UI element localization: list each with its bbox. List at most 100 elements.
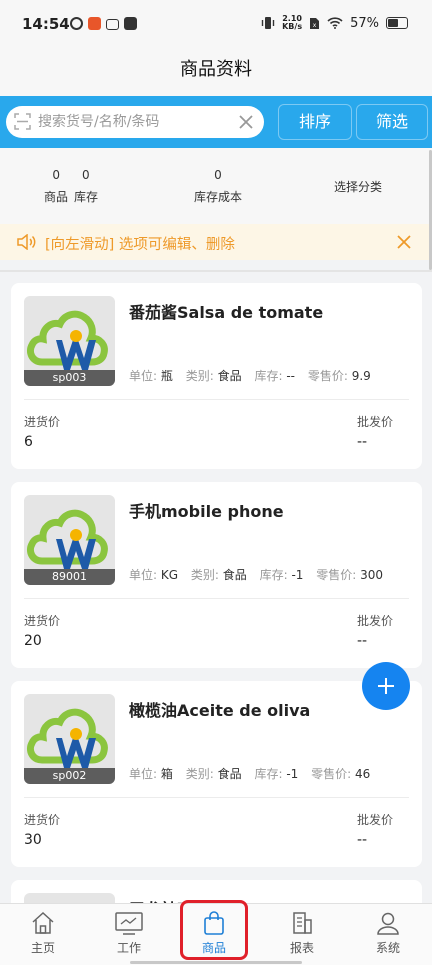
retail-price-label: 零售价: xyxy=(316,568,357,582)
product-code: sp002 xyxy=(24,768,115,784)
add-product-button[interactable] xyxy=(362,662,410,710)
stock-cost-block: 0 库存成本 xyxy=(190,168,246,205)
product-thumbnail: 89001 xyxy=(24,495,115,585)
notice-text: [向左滑动] 选项可编辑、删除 xyxy=(45,237,235,253)
unit-label: 单位: xyxy=(129,369,158,383)
unit-value: 瓶 xyxy=(160,369,173,383)
stock-label: 库存: xyxy=(254,369,283,383)
card-divider xyxy=(24,797,409,798)
category-label: 类别: xyxy=(185,369,214,383)
unit-label: 单位: xyxy=(129,767,158,781)
product-attributes: 单位: 箱 类别: 食品 库存: -1 零售价: 46 xyxy=(129,765,370,782)
app-notification-icon xyxy=(88,17,101,30)
battery-percent: 57% xyxy=(350,15,379,31)
product-thumbnail: sp003 xyxy=(24,296,115,386)
notification-icons xyxy=(70,17,137,30)
report-icon xyxy=(293,912,312,934)
retail-price-value: 300 xyxy=(360,568,384,582)
stock-label: 库存 xyxy=(74,190,99,204)
stock-count: 0 xyxy=(82,168,90,182)
clear-icon[interactable] xyxy=(236,112,256,132)
product-card[interactable]: sp002 橄榄油Aceite de oliva 单位: 箱 类别: 食品 库存… xyxy=(11,681,422,867)
product-label: 商品 xyxy=(44,190,69,204)
search-box[interactable] xyxy=(6,106,264,138)
purchase-price-label: 进货价 xyxy=(24,415,61,429)
product-attributes: 单位: 瓶 类别: 食品 库存: -- 零售价: 9.9 xyxy=(129,367,371,384)
stock-cost-value: 0 xyxy=(214,168,222,182)
category-label: 类别: xyxy=(185,767,214,781)
page-title: 商品资料 xyxy=(180,59,252,80)
monitor-icon xyxy=(115,912,143,935)
retail-price-value: 46 xyxy=(354,767,371,781)
purchase-price-value: 6 xyxy=(24,434,33,450)
active-tab-highlight xyxy=(180,900,248,960)
wholesale-price-value: -- xyxy=(357,434,368,450)
user-icon xyxy=(377,912,399,935)
product-name: 橄榄油Aceite de oliva xyxy=(129,701,311,720)
filter-button[interactable]: 筛选 xyxy=(356,104,428,140)
wholesale-price-label: 批发价 xyxy=(357,614,394,628)
tab-work[interactable]: 工作 xyxy=(99,910,159,956)
search-bar: 排序 筛选 xyxy=(0,96,432,148)
product-attributes: 单位: KG 类别: 食品 库存: -1 零售价: 300 xyxy=(129,566,383,583)
category-label: 类别: xyxy=(190,568,219,582)
product-count-block: 0 0 商品 库存 xyxy=(44,168,98,205)
purchase-price-value: 20 xyxy=(24,633,42,649)
bottom-tab-bar: 主页 工作 商品 报表 系统 xyxy=(0,900,432,965)
page-header: 商品资料 xyxy=(0,50,432,96)
retail-price-label: 零售价: xyxy=(307,369,348,383)
svg-text:x: x xyxy=(313,22,317,29)
product-code: 89001 xyxy=(24,569,115,585)
retail-price-value: 9.9 xyxy=(351,369,371,383)
search-input[interactable] xyxy=(38,110,234,134)
card-divider xyxy=(24,399,409,400)
select-category-button[interactable]: 选择分类 xyxy=(334,178,382,195)
status-indicators: 2.10 KB/s x 57% xyxy=(261,15,408,31)
retail-price-label: 零售价: xyxy=(311,767,352,781)
plus-icon xyxy=(378,678,394,694)
product-thumbnail: sp002 xyxy=(24,694,115,784)
close-icon[interactable] xyxy=(396,234,412,250)
app-notification-icon xyxy=(106,19,119,30)
stock-label: 库存: xyxy=(254,767,283,781)
net-speed: 2.10 KB/s xyxy=(282,15,302,31)
tab-work-label: 工作 xyxy=(116,941,141,955)
product-code: sp003 xyxy=(24,370,115,386)
purchase-price-value: 30 xyxy=(24,832,42,848)
product-card[interactable]: 89001 手机mobile phone 单位: KG 类别: 食品 库存: -… xyxy=(11,482,422,668)
product-name: 手机mobile phone xyxy=(129,502,284,521)
wholesale-price-label: 批发价 xyxy=(357,813,394,827)
tab-system[interactable]: 系统 xyxy=(358,910,418,956)
category-value: 食品 xyxy=(217,767,242,781)
card-divider xyxy=(24,598,409,599)
wifi-icon xyxy=(327,17,343,29)
vibrate-icon xyxy=(261,17,275,29)
scan-icon[interactable] xyxy=(14,113,31,130)
stock-value: -- xyxy=(286,369,295,383)
purchase-price-label: 进货价 xyxy=(24,813,61,827)
net-speed-unit: KB/s xyxy=(282,22,303,31)
purchase-price-label: 进货价 xyxy=(24,614,61,628)
category-value: 食品 xyxy=(222,568,247,582)
wholesale-price-value: -- xyxy=(357,633,368,649)
sim-icon: x xyxy=(310,17,320,29)
status-time: 14:54 xyxy=(22,15,70,33)
tab-report[interactable]: 报表 xyxy=(272,910,332,956)
tab-home[interactable]: 主页 xyxy=(13,910,73,956)
tab-system-label: 系统 xyxy=(375,941,400,955)
tab-report-label: 报表 xyxy=(289,941,314,955)
category-value: 食品 xyxy=(217,369,242,383)
inventory-summary: 0 0 商品 库存 0 库存成本 选择分类 xyxy=(0,148,432,224)
unit-label: 单位: xyxy=(129,568,158,582)
stock-value: -1 xyxy=(286,767,299,781)
sort-button[interactable]: 排序 xyxy=(278,104,352,140)
stock-value: -1 xyxy=(291,568,304,582)
stock-cost-label: 库存成本 xyxy=(193,190,242,204)
status-bar: 14:54 2.10 KB/s x 57% xyxy=(0,0,432,50)
product-name: 番茄酱Salsa de tomate xyxy=(129,303,324,322)
swipe-notice: [向左滑动] 选项可编辑、删除 xyxy=(0,224,432,260)
wholesale-price-label: 批发价 xyxy=(357,415,394,429)
product-card[interactable]: sp003 番茄酱Salsa de tomate 单位: 瓶 类别: 食品 库存… xyxy=(11,283,422,469)
unit-value: 箱 xyxy=(160,767,173,781)
wholesale-price-value: -- xyxy=(357,832,368,848)
